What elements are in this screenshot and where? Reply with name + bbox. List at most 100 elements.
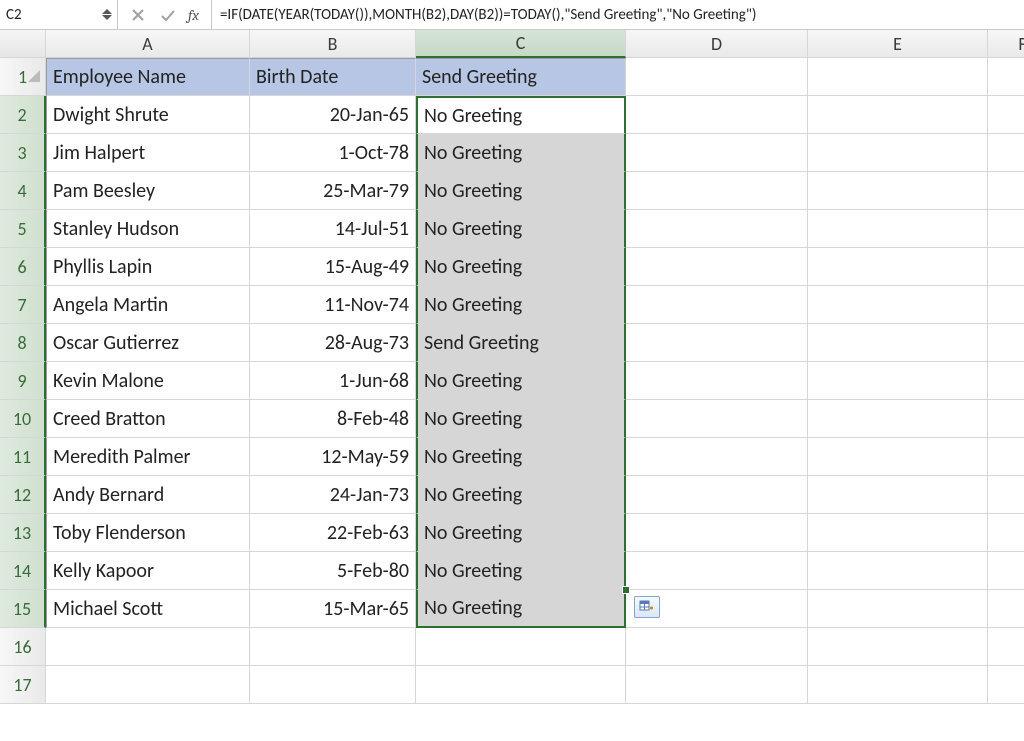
cell-C8[interactable]: Send Greeting [416,324,626,362]
cell-E15[interactable] [808,590,988,628]
cell-A13[interactable]: Toby Flenderson [46,514,250,552]
fill-handle[interactable] [622,586,630,594]
cell-F15[interactable] [988,590,1024,628]
row-header[interactable]: 3 [0,134,46,172]
cell-B4[interactable]: 25-Mar-79 [250,172,416,210]
cell-E7[interactable] [808,286,988,324]
cell-F4[interactable] [988,172,1024,210]
cell-B8[interactable]: 28-Aug-73 [250,324,416,362]
row-header[interactable]: 6 [0,248,46,286]
row-header[interactable]: 8 [0,324,46,362]
cell-B5[interactable]: 14-Jul-51 [250,210,416,248]
cell-D11[interactable] [626,438,808,476]
cell-E9[interactable] [808,362,988,400]
cell-C12[interactable]: No Greeting [416,476,626,514]
cell-B13[interactable]: 22-Feb-63 [250,514,416,552]
cell-B15[interactable]: 15-Mar-65 [250,590,416,628]
cancel-icon[interactable] [128,5,148,25]
row-header[interactable]: 7 [0,286,46,324]
cell-C9[interactable]: No Greeting [416,362,626,400]
cell-F17[interactable] [988,666,1024,704]
cell-D4[interactable] [626,172,808,210]
cell-A17[interactable] [46,666,250,704]
cell-A3[interactable]: Jim Halpert [46,134,250,172]
autofill-options-button[interactable] [634,596,660,618]
cell-E13[interactable] [808,514,988,552]
cell-F12[interactable] [988,476,1024,514]
cell-D16[interactable] [626,628,808,666]
cell-D13[interactable] [626,514,808,552]
cell-A10[interactable]: Creed Bratton [46,400,250,438]
col-header-D[interactable]: D [626,30,808,58]
cell-D5[interactable] [626,210,808,248]
cell-B1[interactable]: Birth Date [250,58,416,96]
cell-A11[interactable]: Meredith Palmer [46,438,250,476]
cell-E16[interactable] [808,628,988,666]
cell-C7[interactable]: No Greeting [416,286,626,324]
cell-E10[interactable] [808,400,988,438]
col-header-A[interactable]: A [46,30,250,58]
row-header[interactable]: 4 [0,172,46,210]
cell-F10[interactable] [988,400,1024,438]
cell-D17[interactable] [626,666,808,704]
cell-A4[interactable]: Pam Beesley [46,172,250,210]
cell-A15[interactable]: Michael Scott [46,590,250,628]
cell-A5[interactable]: Stanley Hudson [46,210,250,248]
cell-A6[interactable]: Phyllis Lapin [46,248,250,286]
cell-B11[interactable]: 12-May-59 [250,438,416,476]
cell-D3[interactable] [626,134,808,172]
select-all-corner[interactable] [0,30,46,58]
name-box-input[interactable] [0,0,97,29]
cell-F11[interactable] [988,438,1024,476]
cell-E14[interactable] [808,552,988,590]
cell-B2[interactable]: 20-Jan-65 [250,96,416,134]
name-box-stepper[interactable] [97,9,117,20]
cell-B7[interactable]: 11-Nov-74 [250,286,416,324]
row-header[interactable]: 14 [0,552,46,590]
cell-E1[interactable] [808,58,988,96]
cell-F3[interactable] [988,134,1024,172]
formula-input[interactable] [212,0,1024,29]
cell-F16[interactable] [988,628,1024,666]
cell-B10[interactable]: 8-Feb-48 [250,400,416,438]
cell-F1[interactable] [988,58,1024,96]
col-header-C[interactable]: C [416,30,626,58]
enter-icon[interactable] [158,5,178,25]
col-header-F[interactable]: F [988,30,1024,58]
cell-D14[interactable] [626,552,808,590]
spreadsheet-grid[interactable]: A B C D E F 1 Employee Name Birth Date S… [0,30,1024,741]
cell-C6[interactable]: No Greeting [416,248,626,286]
cell-C3[interactable]: No Greeting [416,134,626,172]
cell-E12[interactable] [808,476,988,514]
fx-icon[interactable]: fx [188,6,201,24]
cell-F9[interactable] [988,362,1024,400]
cell-E3[interactable] [808,134,988,172]
col-header-B[interactable]: B [250,30,416,58]
cell-A12[interactable]: Andy Bernard [46,476,250,514]
cell-C11[interactable]: No Greeting [416,438,626,476]
cell-A8[interactable]: Oscar Gutierrez [46,324,250,362]
row-header[interactable]: 2 [0,96,46,134]
cell-D8[interactable] [626,324,808,362]
row-header[interactable]: 12 [0,476,46,514]
cell-E2[interactable] [808,96,988,134]
cell-F14[interactable] [988,552,1024,590]
cell-B9[interactable]: 1-Jun-68 [250,362,416,400]
cell-D6[interactable] [626,248,808,286]
cell-C1[interactable]: Send Greeting [416,58,626,96]
cell-B3[interactable]: 1-Oct-78 [250,134,416,172]
cell-D1[interactable] [626,58,808,96]
cell-C2[interactable]: No Greeting [416,96,626,134]
cell-A16[interactable] [46,628,250,666]
cell-A2[interactable]: Dwight Shrute [46,96,250,134]
row-header[interactable]: 15 [0,590,46,628]
cell-C15[interactable]: No Greeting [416,590,626,628]
cell-C17[interactable] [416,666,626,704]
cell-E8[interactable] [808,324,988,362]
row-header[interactable]: 17 [0,666,46,704]
cell-D10[interactable] [626,400,808,438]
cell-A1[interactable]: Employee Name [46,58,250,96]
cell-D7[interactable] [626,286,808,324]
cell-F6[interactable] [988,248,1024,286]
cell-F7[interactable] [988,286,1024,324]
